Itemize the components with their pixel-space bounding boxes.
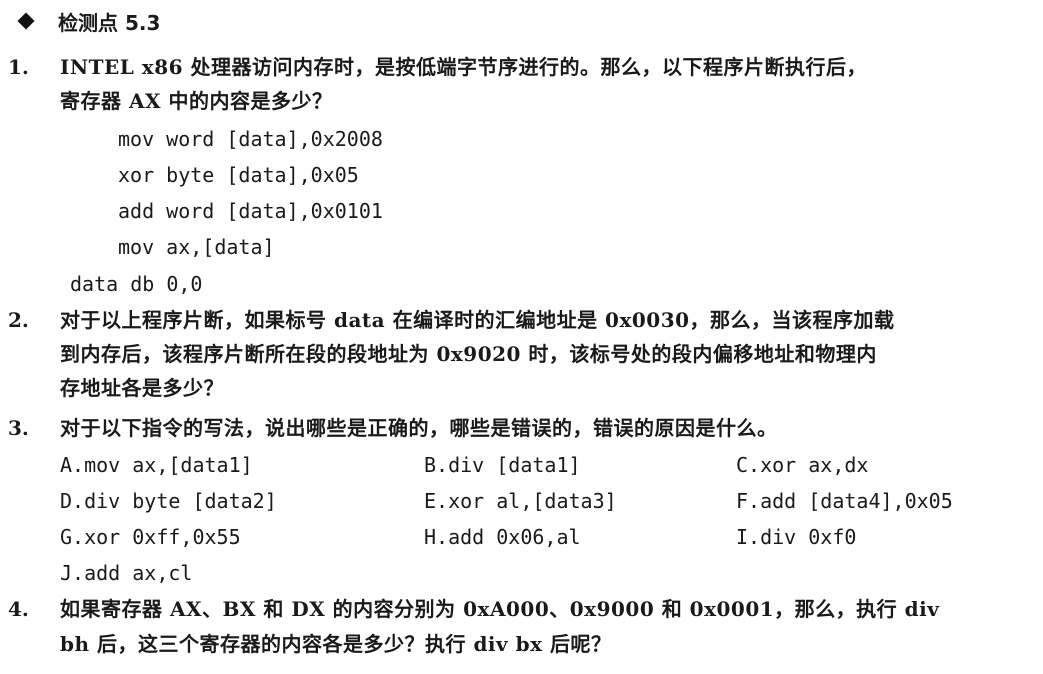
question-4-line-1: 如果寄存器 AX、BX 和 DX 的内容分别为 0xA000、0x9000 和 … bbox=[60, 597, 940, 621]
question-1-line-2: 寄存器 AX 中的内容是多少？ bbox=[60, 89, 333, 113]
section-title: 检测点 5.3 bbox=[58, 10, 161, 35]
option-b: B.div [data1] bbox=[424, 453, 581, 477]
question-3-line-1: 对于以下指令的写法，说出哪些是正确的，哪些是错误的，错误的原因是什么。 bbox=[60, 416, 778, 440]
section-heading: 检测点 5.3 bbox=[14, 6, 160, 36]
diamond-bullet-icon bbox=[17, 12, 35, 30]
option-e: E.xor al,[data3] bbox=[424, 489, 617, 513]
question-2-line-2: 到内存后，该程序片断所在段的段地址为 0x9020 时，该标号处的段内偏移地址和… bbox=[60, 342, 877, 366]
question-2-line-3: 存地址各是多少？ bbox=[60, 376, 224, 400]
question-2-line-1: 对于以上程序片断，如果标号 data 在编译时的汇编地址是 0x0030，那么，… bbox=[60, 308, 895, 332]
option-a: A.mov ax,[data1] bbox=[60, 453, 253, 477]
option-j: J.add ax,cl bbox=[60, 561, 193, 585]
code-line-3: add word [data],0x0101 bbox=[118, 199, 383, 223]
code-data-line: data db 0,0 bbox=[70, 272, 203, 296]
option-g: G.xor 0xff,0x55 bbox=[60, 525, 241, 549]
question-4-line-2: bh 后，这三个寄存器的内容各是多少？执行 div bx 后呢？ bbox=[60, 632, 612, 656]
option-f: F.add [data4],0x05 bbox=[736, 489, 953, 513]
question-3-number: 3. bbox=[8, 416, 29, 440]
question-2-number: 2. bbox=[8, 308, 29, 332]
option-d: D.div byte [data2] bbox=[60, 489, 277, 513]
code-line-4: mov ax,[data] bbox=[118, 235, 275, 259]
code-line-1: mov word [data],0x2008 bbox=[118, 127, 383, 151]
code-line-2: xor byte [data],0x05 bbox=[118, 163, 359, 187]
question-1-line-1: INTEL x86 处理器访问内存时，是按低端字节序进行的。那么，以下程序片断执… bbox=[60, 55, 868, 79]
option-i: I.div 0xf0 bbox=[736, 525, 857, 549]
question-4-number: 4. bbox=[8, 597, 29, 621]
option-h: H.add 0x06,al bbox=[424, 525, 581, 549]
question-1-number: 1. bbox=[8, 55, 29, 79]
option-c: C.xor ax,dx bbox=[736, 453, 869, 477]
document-page: 检测点 5.3 1. INTEL x86 处理器访问内存时，是按低端字节序进行的… bbox=[0, 0, 1043, 674]
